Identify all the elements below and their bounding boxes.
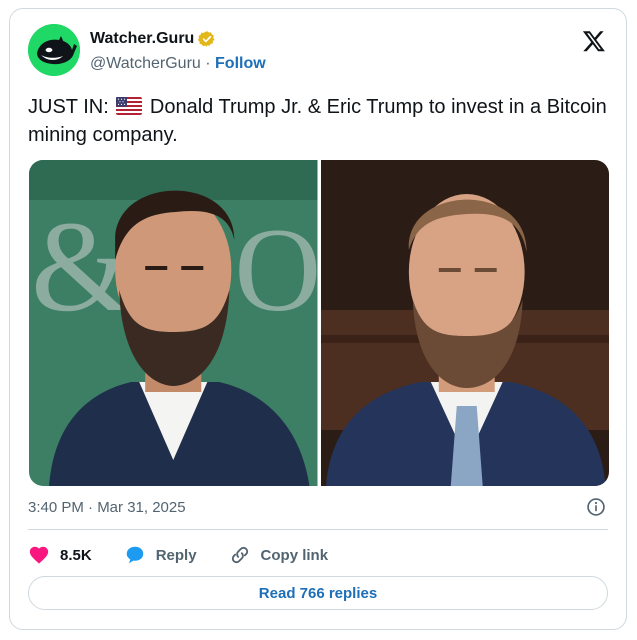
follow-button[interactable]: Follow <box>215 55 266 72</box>
verified-badge-icon <box>198 31 215 47</box>
tweet-text-prefix: JUST IN: <box>28 96 109 118</box>
photo-donald-trump-jr[interactable]: & OB <box>29 160 318 486</box>
reply-label: Reply <box>155 546 197 564</box>
handle-separator: · <box>200 55 216 72</box>
read-replies-button[interactable]: Read 766 replies <box>28 576 608 610</box>
author-handle[interactable]: @WatcherGuru <box>90 55 201 72</box>
tweet-media: & OB <box>29 160 609 486</box>
reply-button[interactable]: Reply <box>124 544 197 566</box>
divider <box>28 529 608 530</box>
action-bar: 8.5K Reply Copy link <box>28 540 328 570</box>
copy-link-button[interactable]: Copy link <box>229 544 329 566</box>
portrait-left-image: & OB <box>29 160 318 486</box>
portrait-right-image <box>320 160 609 486</box>
likes-count: 8.5K <box>60 546 92 564</box>
author-handle-row: @WatcherGuru · Follow <box>90 55 266 73</box>
reply-bubble-icon <box>126 546 143 564</box>
copy-link-label: Copy link <box>260 546 329 564</box>
tweet-card: Watcher.Guru @WatcherGuru · Follow JUST … <box>9 8 627 630</box>
tweet-timestamp[interactable]: 3:40 PM · Mar 31, 2025 <box>28 499 186 516</box>
link-icon <box>231 546 248 564</box>
x-logo-icon[interactable] <box>582 29 606 53</box>
photo-eric-trump[interactable] <box>320 160 609 486</box>
tweet-text: JUST IN: Donald Trump Jr. & Eric Trump t… <box>28 93 608 149</box>
info-icon[interactable] <box>586 497 606 517</box>
avatar[interactable] <box>28 24 80 76</box>
author-display-name[interactable]: Watcher.Guru <box>90 30 194 48</box>
us-flag-icon <box>116 97 143 115</box>
author-name-row: Watcher.Guru <box>90 30 216 48</box>
like-button[interactable]: 8.5K <box>28 544 92 566</box>
whale-logo-icon <box>28 24 80 76</box>
heart-icon <box>29 546 49 564</box>
svg-text:OB: OB <box>234 203 317 336</box>
tweet-text-main: Donald Trump Jr. & Eric Trump to invest … <box>28 96 607 146</box>
